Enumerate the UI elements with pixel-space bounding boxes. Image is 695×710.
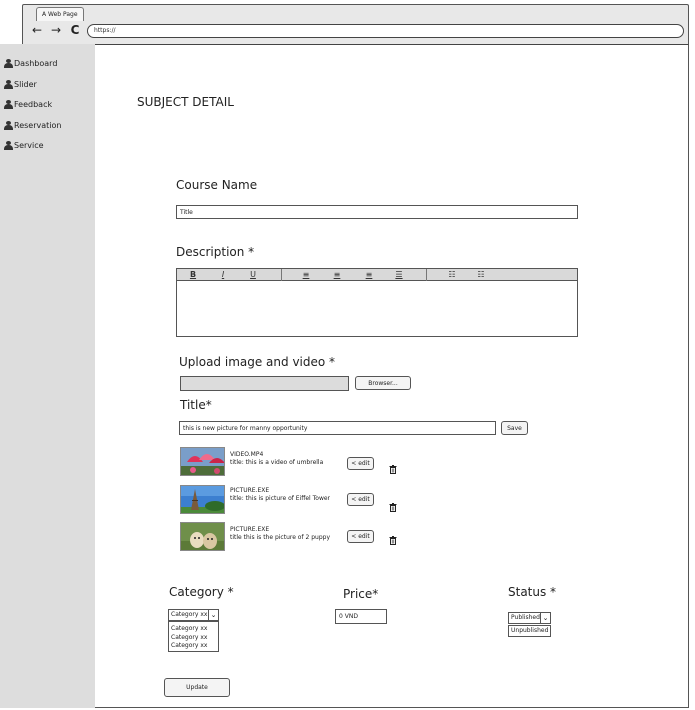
media-thumbnail-umbrella — [180, 447, 225, 476]
person-icon — [4, 140, 13, 150]
media-title-label: Title* — [180, 398, 212, 412]
status-options: Unpublished — [508, 625, 551, 637]
person-icon — [4, 120, 13, 130]
media-thumbnail-puppy — [180, 522, 225, 551]
edit-button[interactable]: < edit — [347, 493, 374, 506]
status-select[interactable]: Published ⌄ — [508, 612, 551, 624]
upload-label: Upload image and video * — [179, 355, 336, 369]
justify-button[interactable]: ☰ — [393, 269, 405, 281]
category-select[interactable]: Category xx ⌄ — [168, 609, 219, 621]
update-button[interactable]: Update — [164, 678, 230, 697]
forward-icon[interactable]: → — [49, 23, 63, 37]
toolbar-divider — [281, 269, 282, 281]
sidebar-item-feedback[interactable]: Feedback — [4, 97, 52, 111]
person-icon — [4, 58, 13, 68]
person-icon — [4, 79, 13, 89]
media-name: VIDEO.MP4 — [230, 451, 264, 458]
description-label: Description * — [176, 245, 255, 259]
edit-button[interactable]: < edit — [347, 457, 374, 470]
numbered-list-button[interactable]: ☷ — [475, 269, 487, 281]
trash-icon[interactable] — [389, 530, 397, 549]
italic-button[interactable]: I — [217, 269, 229, 281]
media-title-input[interactable]: this is new picture for manny opportunit… — [179, 421, 496, 435]
file-path-field[interactable] — [180, 376, 349, 391]
edit-button[interactable]: < edit — [347, 530, 374, 543]
sidebar-item-reservation[interactable]: Reservation — [4, 118, 61, 132]
trash-icon[interactable] — [389, 459, 397, 478]
media-name: PICTURE.EXE — [230, 487, 270, 494]
sidebar-item-service[interactable]: Service — [4, 138, 44, 152]
status-label: Status * — [508, 585, 557, 599]
sidebar-item-label: Feedback — [14, 99, 53, 109]
category-option[interactable]: Category xx — [171, 642, 207, 649]
media-thumbnail-eiffel — [180, 485, 225, 514]
reload-icon[interactable]: C — [68, 23, 82, 37]
browse-button[interactable]: Browser... — [355, 376, 411, 390]
price-value: 0 VND — [339, 613, 358, 620]
category-options: Category xx Category xx Category xx — [168, 621, 219, 652]
align-left-button[interactable]: ≡ — [300, 269, 312, 281]
sidebar-item-label: Service — [14, 140, 44, 150]
save-button[interactable]: Save — [501, 421, 528, 435]
media-title-value: this is new picture for manny opportunit… — [183, 424, 308, 432]
bold-button[interactable]: B — [187, 269, 199, 281]
bullet-list-button[interactable]: ☷ — [446, 269, 458, 281]
url-bar[interactable]: https:// — [87, 24, 684, 38]
align-center-button[interactable]: ≡ — [331, 269, 343, 281]
category-selected: Category xx — [171, 611, 208, 618]
status-selected: Published — [511, 614, 540, 621]
page-title: SUBJECT DETAIL — [137, 95, 234, 109]
sidebar-item-label: Dashboard — [14, 58, 58, 68]
editor-toolbar: B I U ≡ ≡ ≡ ☰ ☷ ☷ — [176, 268, 578, 281]
category-label: Category * — [169, 585, 234, 599]
description-editor[interactable] — [176, 281, 578, 337]
person-icon — [4, 99, 13, 109]
sidebar-item-dashboard[interactable]: Dashboard — [4, 56, 57, 70]
media-title: title this is the picture of 2 puppy — [230, 534, 331, 541]
media-name: PICTURE.EXE — [230, 526, 270, 533]
sidebar-item-slider[interactable]: Slider — [4, 77, 37, 91]
chevron-down-icon: ⌄ — [540, 613, 550, 623]
media-title: title: this is a video of umbrella — [230, 459, 324, 466]
browser-tab[interactable]: A Web Page — [36, 7, 84, 21]
toolbar-divider — [426, 269, 427, 281]
status-option-unpublished[interactable]: Unpublished — [511, 627, 548, 634]
sidebar-item-label: Reservation — [14, 120, 62, 130]
course-name-label: Course Name — [176, 178, 258, 192]
trash-icon[interactable] — [389, 497, 397, 516]
back-icon[interactable]: ← — [30, 23, 44, 37]
category-option[interactable]: Category xx — [171, 634, 207, 641]
price-input[interactable]: 0 VND — [335, 609, 387, 624]
media-title: title: this is picture of Eiffel Tower — [230, 495, 331, 502]
align-right-button[interactable]: ≡ — [363, 269, 375, 281]
course-name-value: Title — [180, 208, 193, 216]
course-name-input[interactable]: Title — [176, 205, 578, 219]
sidebar-item-label: Slider — [14, 79, 37, 89]
chevron-down-icon: ⌄ — [208, 610, 218, 620]
price-label: Price* — [343, 587, 379, 601]
underline-button[interactable]: U — [247, 269, 259, 281]
category-option[interactable]: Category xx — [171, 625, 207, 632]
